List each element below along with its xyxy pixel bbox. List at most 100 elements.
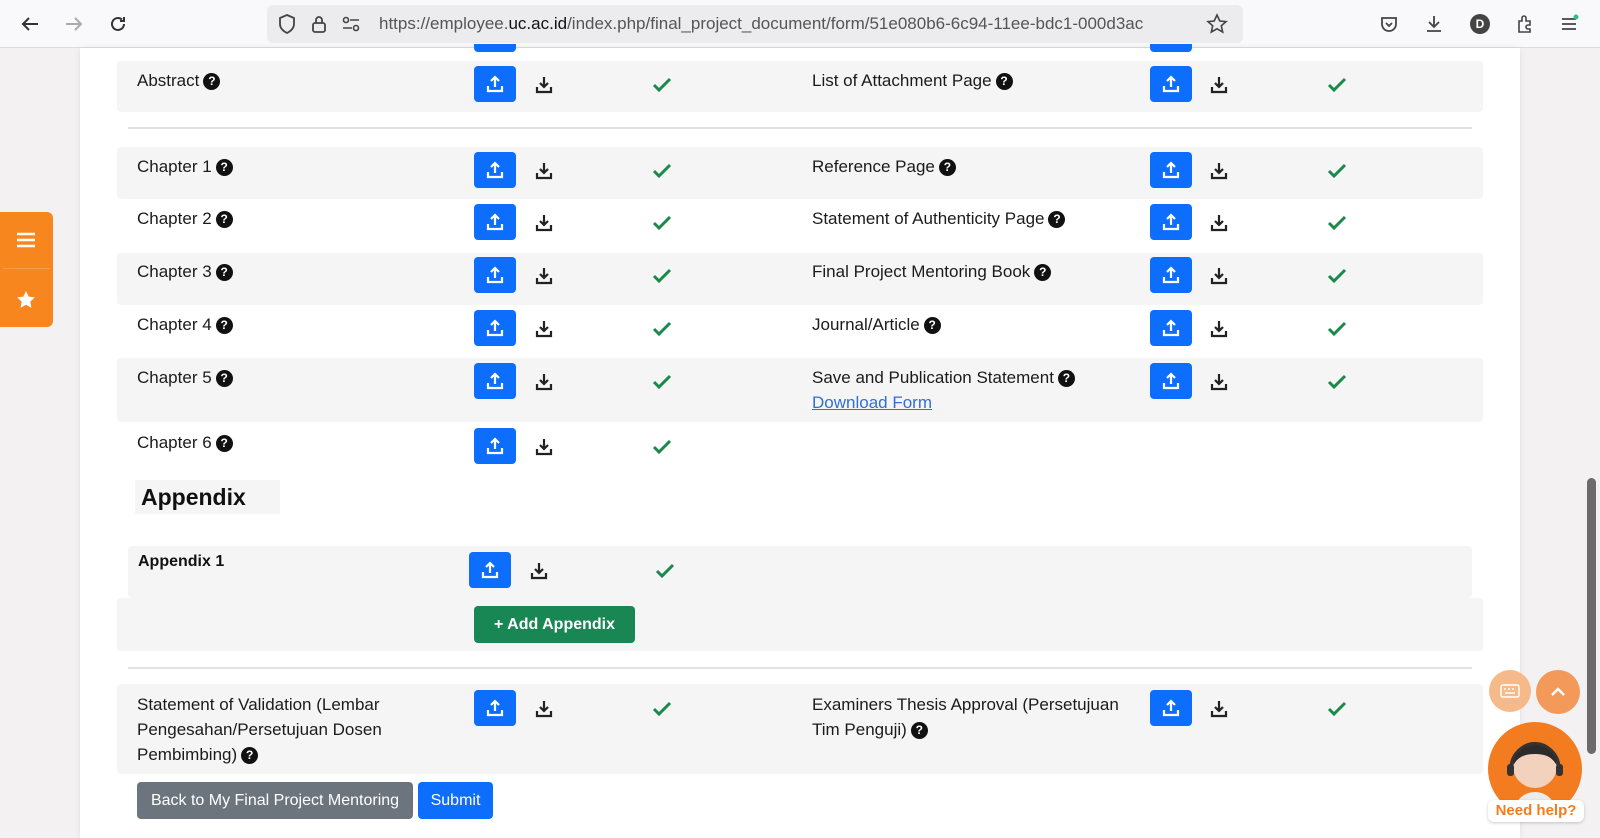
keyboard-button[interactable] [1489, 670, 1531, 712]
download-icon[interactable] [1209, 213, 1229, 233]
doc-label-text: Final Project Mentoring Book [812, 262, 1031, 281]
download-icon[interactable] [534, 372, 554, 392]
upload-button[interactable] [474, 363, 516, 399]
download-icon[interactable] [534, 266, 554, 286]
help-icon[interactable]: ? [1034, 264, 1052, 281]
doc-label-chapter-2: Chapter 2? [137, 206, 233, 231]
download-icon[interactable] [1209, 266, 1229, 286]
download-icon[interactable] [529, 561, 549, 581]
menu-icon[interactable] [1557, 12, 1581, 36]
add-appendix-button[interactable]: + Add Appendix [474, 606, 635, 643]
download-icon[interactable] [1209, 319, 1229, 339]
shield-icon[interactable] [275, 12, 299, 36]
download-icon[interactable] [534, 161, 554, 181]
url-text[interactable]: https://employee.uc.ac.id/index.php/fina… [379, 14, 1199, 34]
lock-icon[interactable] [307, 12, 331, 36]
download-icon[interactable] [1209, 372, 1229, 392]
help-icon[interactable]: ? [215, 211, 233, 228]
upload-icon [486, 266, 504, 284]
back-icon[interactable] [18, 12, 42, 36]
download-icon[interactable] [1209, 75, 1229, 95]
doc-label-text: Chapter 4 [137, 315, 212, 334]
help-icon[interactable]: ? [203, 73, 221, 90]
upload-button[interactable] [474, 310, 516, 346]
doc-label-publication-statement: Save and Publication Statement? [812, 365, 1075, 390]
appendix-item-label: Appendix 1 [138, 553, 225, 570]
upload-icon [486, 437, 504, 455]
row-chapter-1 [117, 147, 1483, 199]
back-to-mentoring-button[interactable]: Back to My Final Project Mentoring [137, 782, 413, 819]
download-icon[interactable] [534, 319, 554, 339]
forward-icon[interactable] [62, 12, 86, 36]
help-icon[interactable]: ? [241, 747, 259, 764]
bookmark-star-icon[interactable] [1205, 12, 1229, 36]
upload-button[interactable] [1150, 204, 1192, 240]
row-abstract [117, 61, 1483, 112]
upload-button[interactable] [1150, 310, 1192, 346]
upload-button[interactable] [1150, 690, 1192, 726]
url-prefix: https://employee. [379, 14, 509, 33]
download-form-link[interactable]: Download Form [812, 390, 932, 415]
uploaded-check-icon [1326, 212, 1348, 234]
reload-icon[interactable] [106, 12, 130, 36]
upload-button[interactable] [474, 66, 516, 102]
help-icon[interactable]: ? [1048, 211, 1066, 228]
help-icon[interactable]: ? [938, 159, 956, 176]
profile-avatar[interactable]: D [1470, 14, 1490, 34]
upload-icon [486, 161, 504, 179]
doc-label-chapter-3: Chapter 3? [137, 259, 233, 284]
upload-button[interactable] [474, 257, 516, 293]
help-icon[interactable]: ? [910, 722, 928, 739]
uploaded-check-icon [654, 560, 676, 582]
upload-button[interactable] [474, 690, 516, 726]
doc-label-text: Reference Page [812, 157, 935, 176]
extensions-icon[interactable] [1513, 12, 1537, 36]
download-icon[interactable] [534, 699, 554, 719]
upload-button[interactable] [1150, 152, 1192, 188]
upload-icon [486, 213, 504, 231]
site-permissions-icon[interactable] [339, 12, 363, 36]
help-icon[interactable]: ? [215, 264, 233, 281]
download-icon[interactable] [534, 437, 554, 457]
submit-button[interactable]: Submit [418, 782, 493, 819]
upload-button[interactable] [474, 152, 516, 188]
appendix-heading: Appendix [135, 480, 280, 514]
help-icon[interactable]: ? [1057, 370, 1075, 387]
upload-button[interactable] [1150, 257, 1192, 293]
help-icon[interactable]: ? [215, 159, 233, 176]
address-bar[interactable]: https://employee.uc.ac.id/index.php/fina… [267, 5, 1243, 43]
scrollbar-thumb[interactable] [1587, 478, 1596, 754]
download-icon[interactable] [1209, 699, 1229, 719]
uploaded-check-icon [1326, 698, 1348, 720]
pocket-icon[interactable] [1377, 12, 1401, 36]
upload-button[interactable] [474, 428, 516, 464]
download-icon[interactable] [1209, 161, 1229, 181]
hamburger-icon[interactable] [14, 228, 38, 252]
upload-icon [1162, 319, 1180, 337]
scroll-to-top-button[interactable] [1536, 670, 1580, 714]
upload-button[interactable] [474, 44, 516, 52]
help-icon[interactable]: ? [215, 317, 233, 334]
upload-button[interactable] [1150, 66, 1192, 102]
doc-label-text: Journal/Article [812, 315, 920, 334]
downloads-icon[interactable] [1422, 12, 1446, 36]
upload-button[interactable] [469, 552, 511, 588]
help-icon[interactable]: ? [995, 73, 1013, 90]
star-icon[interactable] [14, 288, 38, 312]
upload-icon [481, 561, 499, 579]
row-add-appendix [117, 598, 1483, 651]
upload-button[interactable] [474, 204, 516, 240]
doc-label-text: Chapter 2 [137, 209, 212, 228]
help-icon[interactable]: ? [923, 317, 941, 334]
uploaded-check-icon [651, 74, 673, 96]
download-icon[interactable] [534, 75, 554, 95]
help-icon[interactable]: ? [215, 370, 233, 387]
upload-button[interactable] [1150, 44, 1192, 52]
need-help-label[interactable]: Need help? [1488, 800, 1584, 822]
download-icon[interactable] [534, 213, 554, 233]
upload-button[interactable] [1150, 363, 1192, 399]
doc-label-text: Save and Publication Statement [812, 368, 1054, 387]
floating-side-menu [0, 212, 53, 327]
doc-label-chapter-5: Chapter 5? [137, 365, 233, 390]
help-icon[interactable]: ? [215, 435, 233, 452]
